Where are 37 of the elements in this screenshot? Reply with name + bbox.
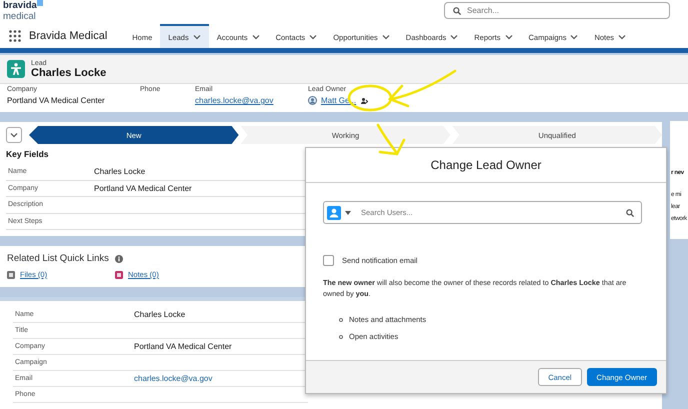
field-value: Portland VA Medical Center [7,96,105,105]
chevron-down-icon[interactable] [309,33,318,41]
bullet-icon [339,334,343,338]
search-field[interactable]: Search... [444,2,670,19]
caret-icon[interactable] [345,210,351,214]
info-icon [114,254,123,262]
chevron-down-icon[interactable] [618,33,626,41]
field-value: Charles Locke [134,310,186,319]
chevron-down-icon[interactable] [10,131,18,139]
logo[interactable]: bravida medical [0,0,45,22]
chevron-down-icon[interactable] [252,33,260,41]
change-owner-icon[interactable] [360,96,368,104]
lead-icon [7,60,25,78]
search-icon [626,208,634,216]
field-value: Portland VA Medical Center [94,184,192,193]
section-title: Related List Quick Links [7,253,109,264]
checkbox[interactable] [323,255,334,266]
email-link[interactable]: charles.locke@va.gov [195,96,274,105]
record-name: Charles Locke [31,66,106,78]
bullet-icon [339,318,343,322]
section-title: Key Fields [6,149,50,159]
user-icon [327,206,341,220]
app-launcher-icon[interactable] [9,30,21,42]
field-value: Portland VA Medical Center [134,342,232,351]
chevron-down-icon[interactable] [450,33,458,41]
path-toggle-button[interactable] [6,127,22,143]
app-name: Bravida Medical [29,30,108,42]
chevron-down-icon[interactable] [192,33,201,41]
user-avatar-icon [308,96,317,105]
email-link[interactable]: charles.locke@va.gov [134,374,212,383]
modal-title: Change Lead Owner [430,158,542,172]
field-value: Charles Locke [94,167,146,176]
search-icon [453,6,461,14]
chevron-down-icon[interactable] [382,33,390,41]
chevron-down-icon[interactable] [504,33,513,41]
annotation-arrow [388,68,458,108]
chevron-down-icon[interactable] [570,33,578,41]
